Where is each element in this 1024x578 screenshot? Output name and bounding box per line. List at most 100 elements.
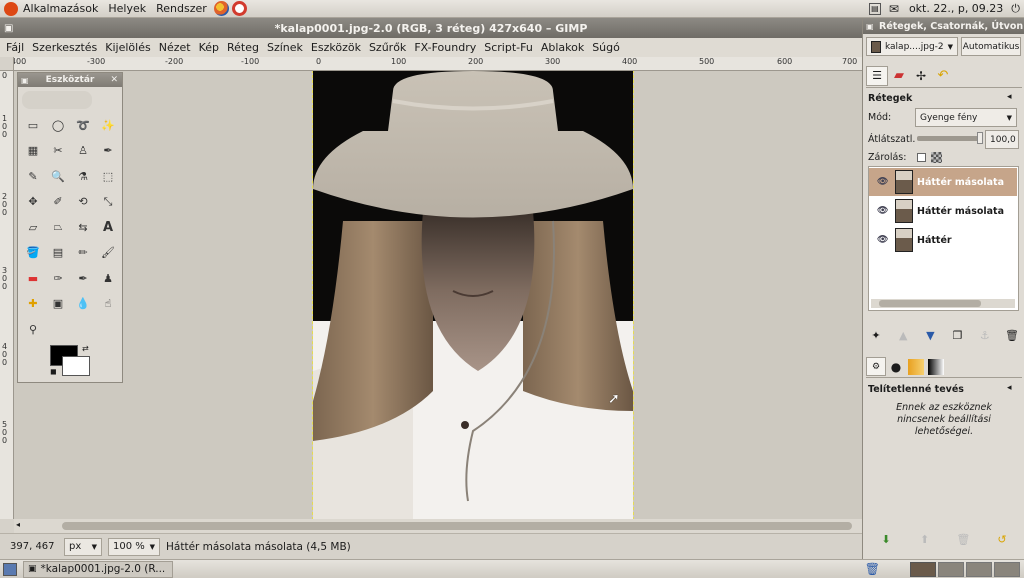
menu-windows[interactable]: Ablakok xyxy=(537,41,588,54)
scale-icon[interactable]: ⤡ xyxy=(99,194,117,210)
duplicate-layer-icon[interactable]: ❐ xyxy=(951,328,965,342)
lower-layer-icon[interactable]: ▼ xyxy=(923,328,937,342)
menu-layer[interactable]: Réteg xyxy=(223,41,263,54)
opacity-spinbox[interactable]: 100,0 xyxy=(985,130,1019,149)
layer-name[interactable]: Háttér másolata xyxy=(917,206,1004,217)
scroll-left-arrow-icon[interactable]: ◂ xyxy=(16,520,20,529)
toolbox-window[interactable]: ▣ Eszköztár ✕ ▭ ◯ ➰ ✨ ▦ ✂ ♙ ✒ ✎ 🔍 ⚗ ⬚ ✥ … xyxy=(17,72,123,383)
layer-row[interactable]: 👁 Háttér másolata xyxy=(869,197,1017,225)
layers-hscrollbar[interactable] xyxy=(871,299,1015,308)
vertical-ruler[interactable]: 0 1 0 0 2 0 0 3 0 0 4 0 0 5 0 0 xyxy=(0,71,14,519)
mode-select[interactable]: Gyenge fény ▼ xyxy=(915,108,1017,127)
dock-titlebar[interactable]: ▣ Rétegek, Csatornák, Útvon xyxy=(863,18,1024,34)
restore-options-icon[interactable]: ⬆ xyxy=(918,532,932,546)
layer-row[interactable]: 👁 Háttér xyxy=(869,226,1017,254)
reset-options-icon[interactable]: ↺ xyxy=(995,532,1009,546)
window-menu-icon[interactable]: ▣ xyxy=(4,23,13,34)
auto-button[interactable]: Automatikus xyxy=(961,37,1021,56)
shear-icon[interactable]: ▱ xyxy=(24,219,42,235)
move-icon[interactable]: ✥ xyxy=(24,194,42,210)
new-layer-icon[interactable]: ✦ xyxy=(869,328,883,342)
lock-alpha-icon[interactable] xyxy=(931,152,942,163)
menu-edit[interactable]: Szerkesztés xyxy=(28,41,101,54)
menu-script-fu[interactable]: Script-Fu xyxy=(480,41,537,54)
delete-options-icon[interactable]: 🗑 xyxy=(956,532,970,546)
brushes-tab-icon[interactable]: ● xyxy=(886,360,906,374)
menu-fx-foundry[interactable]: FX-Foundry xyxy=(410,41,480,54)
pencil-icon[interactable]: ✏ xyxy=(74,245,92,261)
perspective-icon[interactable]: ⏢ xyxy=(49,219,67,235)
anchor-layer-icon[interactable]: ⚓ xyxy=(978,328,992,342)
blend-icon[interactable]: ▤ xyxy=(49,245,67,261)
zoom-icon[interactable]: 🔍 xyxy=(49,168,67,184)
window-menu-icon[interactable]: ▣ xyxy=(21,76,29,85)
panel-menu-places[interactable]: Helyek xyxy=(103,2,151,15)
horizontal-scrollbar[interactable]: ◂ xyxy=(14,519,862,533)
free-select-icon[interactable]: ➰ xyxy=(74,117,92,133)
opacity-slider-handle[interactable] xyxy=(977,132,983,144)
taskbar-window-button[interactable]: ▣ *kalap0001.jpg-2.0 (R... xyxy=(23,560,173,578)
patterns-tab-icon[interactable] xyxy=(908,358,924,375)
clock[interactable]: okt. 22., p, 09.23 xyxy=(909,2,1003,15)
network-icon[interactable]: ▤ xyxy=(868,2,881,15)
horizontal-ruler[interactable]: -400 -300 -200 -100 0 100 200 300 400 50… xyxy=(14,57,862,71)
workspace-3[interactable] xyxy=(966,561,992,577)
bucket-fill-icon[interactable]: 🪣 xyxy=(24,245,42,261)
user-icon[interactable]: ⏻ xyxy=(1011,2,1020,16)
opacity-slider[interactable] xyxy=(917,136,981,141)
lock-pixels-checkbox[interactable] xyxy=(917,153,926,162)
image-canvas-area[interactable]: ➚ xyxy=(14,71,862,519)
save-options-icon[interactable]: ⬇ xyxy=(879,532,893,546)
tool-options-tab-icon[interactable]: ⚙ xyxy=(866,357,886,376)
close-icon[interactable]: ✕ xyxy=(110,75,118,85)
photo-canvas[interactable] xyxy=(312,71,634,519)
raise-layer-icon[interactable]: ▲ xyxy=(896,328,910,342)
workspace-2[interactable] xyxy=(938,561,964,577)
clone-icon[interactable]: ♟ xyxy=(99,270,117,286)
configure-tab-icon[interactable]: ◂ xyxy=(1007,383,1012,393)
dodge-burn-icon[interactable]: ⚲ xyxy=(24,321,42,337)
flip-icon[interactable]: ⇆ xyxy=(74,219,92,235)
color-picker-icon[interactable]: ✎ xyxy=(24,168,42,184)
image-window-titlebar[interactable]: ▣ *kalap0001.jpg-2.0 (RGB, 3 réteg) 427x… xyxy=(0,18,862,38)
workspace-4[interactable] xyxy=(994,561,1020,577)
layer-row[interactable]: 👁 Háttér másolata xyxy=(869,168,1017,196)
eye-icon[interactable]: 👁 xyxy=(877,177,888,187)
menu-file[interactable]: Fájl xyxy=(2,41,28,54)
channels-tab-icon[interactable]: ▰ xyxy=(888,68,910,83)
delete-layer-icon[interactable]: 🗑 xyxy=(1005,328,1019,342)
perspective-clone-icon[interactable]: ▣ xyxy=(49,296,67,312)
layer-name[interactable]: Háttér xyxy=(917,235,952,246)
firefox-launcher-icon[interactable] xyxy=(213,1,229,16)
layer-name[interactable]: Háttér másolata xyxy=(917,177,1004,188)
foreground-select-icon[interactable]: ♙ xyxy=(74,143,92,159)
smudge-icon[interactable]: ☝ xyxy=(99,296,117,312)
background-color-swatch[interactable] xyxy=(62,356,90,376)
zoom-select[interactable]: 100 % ▼ xyxy=(108,537,160,556)
swap-colors-icon[interactable]: ⇄ xyxy=(82,344,89,353)
show-desktop-icon[interactable] xyxy=(3,562,17,576)
crop-icon[interactable]: ✐ xyxy=(49,194,67,210)
heal-icon[interactable]: ✚ xyxy=(24,296,42,312)
ubuntu-logo-icon[interactable] xyxy=(4,1,18,16)
toolbox-titlebar[interactable]: ▣ Eszköztár ✕ xyxy=(18,73,122,87)
configure-tab-icon[interactable]: ◂ xyxy=(1007,92,1012,102)
fuzzy-select-icon[interactable]: ✨ xyxy=(99,117,117,133)
rotate-icon[interactable]: ⟲ xyxy=(74,194,92,210)
rect-select-icon[interactable]: ▭ xyxy=(24,117,42,133)
trash-icon[interactable]: 🗑 xyxy=(865,562,880,576)
menu-filters[interactable]: Szűrők xyxy=(365,41,410,54)
ruler-corner-button[interactable] xyxy=(0,57,14,71)
menu-help[interactable]: Súgó xyxy=(588,41,624,54)
layers-tab-icon[interactable]: ☰ xyxy=(866,65,888,86)
paintbrush-icon[interactable]: 🖌 xyxy=(99,245,117,261)
scrollbar-thumb[interactable] xyxy=(62,522,852,530)
color-select-icon[interactable]: ▦ xyxy=(24,143,42,159)
gradients-tab-icon[interactable] xyxy=(928,358,944,375)
ink-icon[interactable]: ✒ xyxy=(74,270,92,286)
eye-icon[interactable]: 👁 xyxy=(877,235,888,245)
paths-tab-icon[interactable]: ✢ xyxy=(910,69,932,83)
window-menu-icon[interactable]: ▣ xyxy=(866,22,874,31)
scrollbar-thumb[interactable] xyxy=(879,300,981,307)
panel-menu-applications[interactable]: Alkalmazások xyxy=(18,2,103,15)
